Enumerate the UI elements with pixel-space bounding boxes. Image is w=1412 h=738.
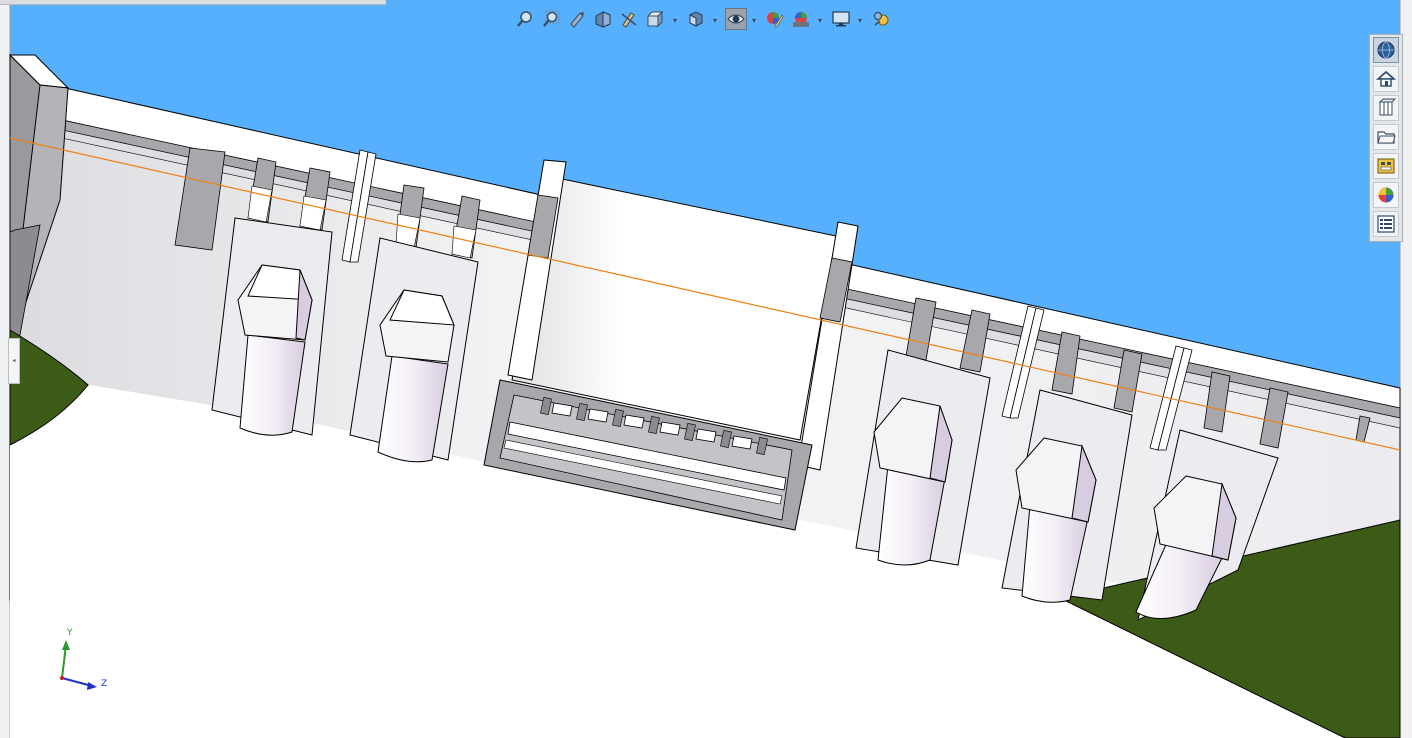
display-style-icon xyxy=(689,11,703,27)
dynamic-annotation-icon xyxy=(621,12,637,28)
view-palette-icon xyxy=(1377,158,1395,174)
section-view-icon xyxy=(595,11,611,28)
folder-icon xyxy=(1377,131,1396,144)
view-orientation-button[interactable] xyxy=(644,8,666,30)
appearances-icon xyxy=(1378,187,1394,203)
realview-icon xyxy=(874,12,889,26)
taskpane-file-explorer[interactable] xyxy=(1373,124,1399,150)
realview-button[interactable] xyxy=(870,8,892,30)
globe-resources-icon xyxy=(1377,41,1395,59)
triad-y-label: Y xyxy=(67,628,73,638)
display-style-button[interactable] xyxy=(685,8,707,30)
zoom-to-fit-button[interactable] xyxy=(514,8,536,30)
section-view-button[interactable] xyxy=(592,8,614,30)
view-orientation-icon xyxy=(646,10,664,28)
apply-scene-button[interactable] xyxy=(790,8,812,30)
apply-scene-icon xyxy=(793,12,809,27)
taskpane-appearances[interactable] xyxy=(1373,182,1399,208)
taskpane-view-palette[interactable] xyxy=(1373,153,1399,179)
dynamic-annotation-button[interactable] xyxy=(618,8,640,30)
zoom-to-fit-icon xyxy=(517,11,532,27)
zoom-to-area-button[interactable] xyxy=(540,8,562,30)
taskpane-design-library[interactable] xyxy=(1373,95,1399,121)
home-icon xyxy=(1376,70,1396,87)
graphics-viewport[interactable] xyxy=(0,0,1412,738)
hide-show-items-button[interactable] xyxy=(725,8,747,30)
hide-show-items-dropdown[interactable]: ▾ xyxy=(752,16,756,25)
top-window-strip xyxy=(0,0,386,5)
display-style-dropdown[interactable]: ▾ xyxy=(713,16,717,25)
triad-z-label: Z xyxy=(101,679,108,689)
task-pane xyxy=(1369,34,1403,242)
previous-view-icon xyxy=(570,12,584,28)
custom-properties-icon xyxy=(1377,215,1395,233)
design-library-icon xyxy=(1378,98,1396,116)
taskpane-custom-properties[interactable] xyxy=(1373,211,1399,237)
taskpane-solidworks-resources[interactable] xyxy=(1373,37,1399,63)
view-settings-dropdown[interactable]: ▾ xyxy=(858,16,862,25)
edit-appearance-icon xyxy=(767,12,784,28)
view-orientation-dropdown[interactable]: ▾ xyxy=(673,16,677,25)
apply-scene-dropdown[interactable]: ▾ xyxy=(818,16,822,25)
eye-icon xyxy=(727,14,745,24)
edit-appearance-button[interactable] xyxy=(764,8,786,30)
taskpane-home[interactable] xyxy=(1373,66,1399,92)
view-settings-button[interactable] xyxy=(830,8,852,30)
previous-view-button[interactable] xyxy=(566,8,588,30)
zoom-to-area-icon xyxy=(543,10,560,27)
feature-manager-collapse-tab[interactable]: ◂ xyxy=(8,338,20,384)
monitor-icon xyxy=(832,11,850,27)
